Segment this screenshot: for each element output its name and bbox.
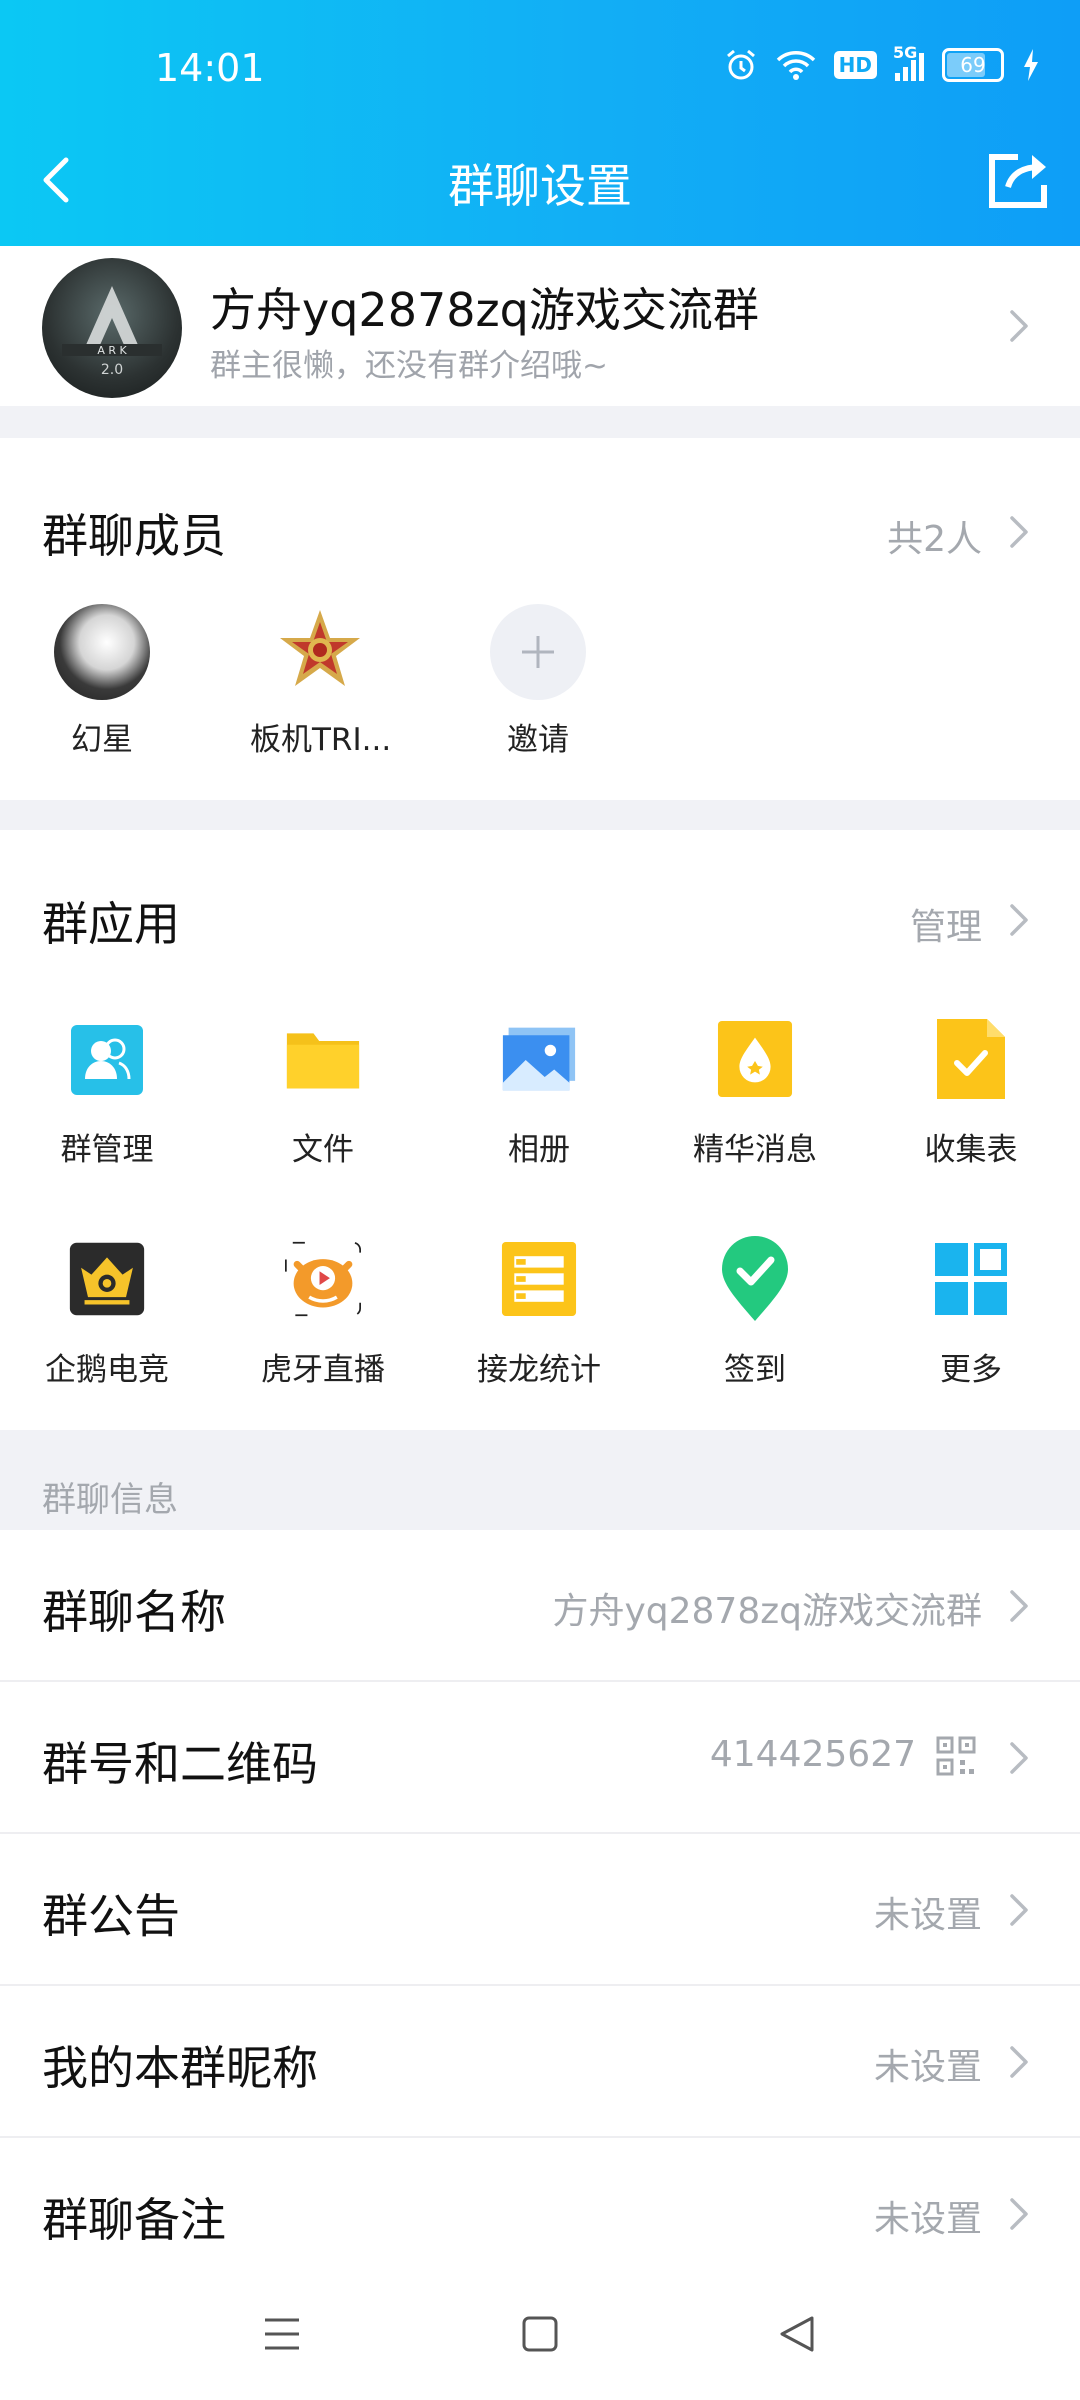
info-section-title: 群聊信息 <box>42 1480 178 1520</box>
member-name: 幻星 <box>71 722 133 758</box>
section-gap <box>0 800 1080 830</box>
row-group-name[interactable]: 群聊名称 方舟yq2878zq游戏交流群 <box>0 1530 1080 1682</box>
member-avatar <box>54 604 150 700</box>
app-label: 群管理 <box>60 1132 154 1168</box>
row-value: 未设置 <box>873 1895 982 1936</box>
group-avatar: A R K 2.0 <box>42 258 182 398</box>
back-triangle-icon[interactable] <box>778 2314 816 2354</box>
header: 14:01 HD 5G 69 群聊设置 <box>0 0 1080 246</box>
group-description: 群主很懒，还没有群介绍哦~ <box>210 348 608 384</box>
member-item[interactable]: 幻星 <box>32 604 172 759</box>
chevron-right-icon <box>1008 902 1030 938</box>
app-label: 接龙统计 <box>477 1352 601 1388</box>
app-label: 相册 <box>508 1132 570 1168</box>
row-value: 414425627 <box>709 1734 916 1775</box>
app-huya[interactable]: 虎牙直播 <box>223 1236 423 1389</box>
invite-button[interactable]: 邀请 <box>468 604 608 759</box>
chevron-right-icon <box>1008 1740 1030 1776</box>
hd-badge: HD <box>833 51 877 79</box>
section-gap <box>0 406 1080 438</box>
app-relay[interactable]: 接龙统计 <box>439 1236 639 1389</box>
member-count[interactable]: 共2人 <box>887 510 982 562</box>
group-profile-card[interactable]: A R K 2.0 方舟yq2878zq游戏交流群 群主很懒，还没有群介绍哦~ <box>0 246 1080 406</box>
app-file[interactable]: 文件 <box>223 1016 423 1169</box>
row-value: 未设置 <box>873 2047 982 2088</box>
svg-text:2.0: 2.0 <box>101 362 123 378</box>
chevron-right-icon <box>1008 1588 1030 1624</box>
more-grid-icon <box>933 1236 1009 1322</box>
battery-icon: 69 <box>942 48 1004 82</box>
home-icon[interactable] <box>522 2316 558 2352</box>
app-esports[interactable]: 企鹅电竞 <box>7 1236 207 1389</box>
checkin-icon <box>717 1236 793 1322</box>
app-label: 虎牙直播 <box>261 1352 385 1388</box>
chevron-right-icon <box>1008 2196 1030 2232</box>
app-form[interactable]: 收集表 <box>871 1016 1071 1169</box>
folder-icon <box>285 1016 361 1102</box>
app-more[interactable]: 更多 <box>871 1236 1071 1389</box>
qr-code-icon <box>936 1736 976 1776</box>
huya-icon <box>285 1236 361 1322</box>
apps-title: 群应用 <box>42 897 180 951</box>
esports-icon <box>69 1236 145 1322</box>
invite-label: 邀请 <box>507 722 569 758</box>
member-name: 板机TRI... <box>250 722 392 758</box>
members-section: 群聊成员 共2人 幻星 板机TRI... 邀请 <box>0 438 1080 800</box>
invite-plus-icon <box>490 604 586 700</box>
menu-icon[interactable] <box>263 2316 301 2352</box>
page-title: 群聊设置 <box>448 159 632 213</box>
group-name: 方舟yq2878zq游戏交流群 <box>210 283 759 337</box>
row-my-nickname[interactable]: 我的本群昵称 未设置 <box>0 1986 1080 2138</box>
row-label: 群公告 <box>42 1889 180 1943</box>
row-value: 方舟yq2878zq游戏交流群 <box>552 1591 982 1632</box>
row-group-remark[interactable]: 群聊备注 未设置 <box>0 2138 1080 2288</box>
chevron-right-icon <box>1008 2044 1030 2080</box>
apps-section: 群应用 管理 群管理 文件 相册 精华消息 收集表 企鹅电竞 虎牙直播 接龙统计… <box>0 830 1080 1430</box>
ark-logo-icon: A R K 2.0 <box>62 286 162 378</box>
share-icon <box>989 154 1047 208</box>
charging-icon <box>1024 49 1038 81</box>
relay-icon <box>501 1236 577 1322</box>
share-button[interactable] <box>984 145 1054 211</box>
status-icons: HD 5G 69 <box>724 43 1040 82</box>
system-nav-bar <box>0 2276 1080 2400</box>
app-label: 文件 <box>292 1132 354 1168</box>
row-label: 群聊备注 <box>42 2193 226 2247</box>
chevron-right-icon <box>1008 514 1030 550</box>
app-label: 精华消息 <box>693 1132 817 1168</box>
member-item[interactable]: 板机TRI... <box>250 604 392 759</box>
album-icon <box>501 1016 577 1102</box>
app-label: 收集表 <box>924 1132 1018 1168</box>
chevron-right-icon <box>1008 308 1030 344</box>
group-manage-icon <box>69 1016 145 1102</box>
wifi-icon <box>776 51 815 80</box>
member-avatar <box>272 604 368 700</box>
apps-manage-link[interactable]: 管理 <box>910 898 982 950</box>
form-icon <box>933 1016 1009 1102</box>
app-checkin[interactable]: 签到 <box>655 1236 855 1389</box>
row-label: 群聊名称 <box>42 1585 226 1639</box>
row-value: 未设置 <box>873 2199 982 2240</box>
status-time: 14:01 <box>155 46 265 90</box>
medal-icon <box>280 610 360 686</box>
app-album[interactable]: 相册 <box>439 1016 639 1169</box>
app-group-manage[interactable]: 群管理 <box>7 1016 207 1169</box>
members-title: 群聊成员 <box>42 509 226 563</box>
essence-icon <box>717 1016 793 1102</box>
svg-text:A R K: A R K <box>97 344 127 357</box>
app-essence[interactable]: 精华消息 <box>655 1016 855 1169</box>
row-announcement[interactable]: 群公告 未设置 <box>0 1834 1080 1986</box>
app-label: 企鹅电竞 <box>45 1352 169 1388</box>
row-label: 群号和二维码 <box>42 1737 318 1791</box>
alarm-icon <box>726 49 755 80</box>
row-label: 我的本群昵称 <box>42 2041 318 2095</box>
app-label: 更多 <box>940 1352 1002 1388</box>
app-label: 签到 <box>724 1352 786 1388</box>
chevron-right-icon <box>1008 1892 1030 1928</box>
signal-icon: 5G <box>893 43 924 81</box>
row-group-number-qr[interactable]: 群号和二维码 414425627 <box>0 1682 1080 1834</box>
